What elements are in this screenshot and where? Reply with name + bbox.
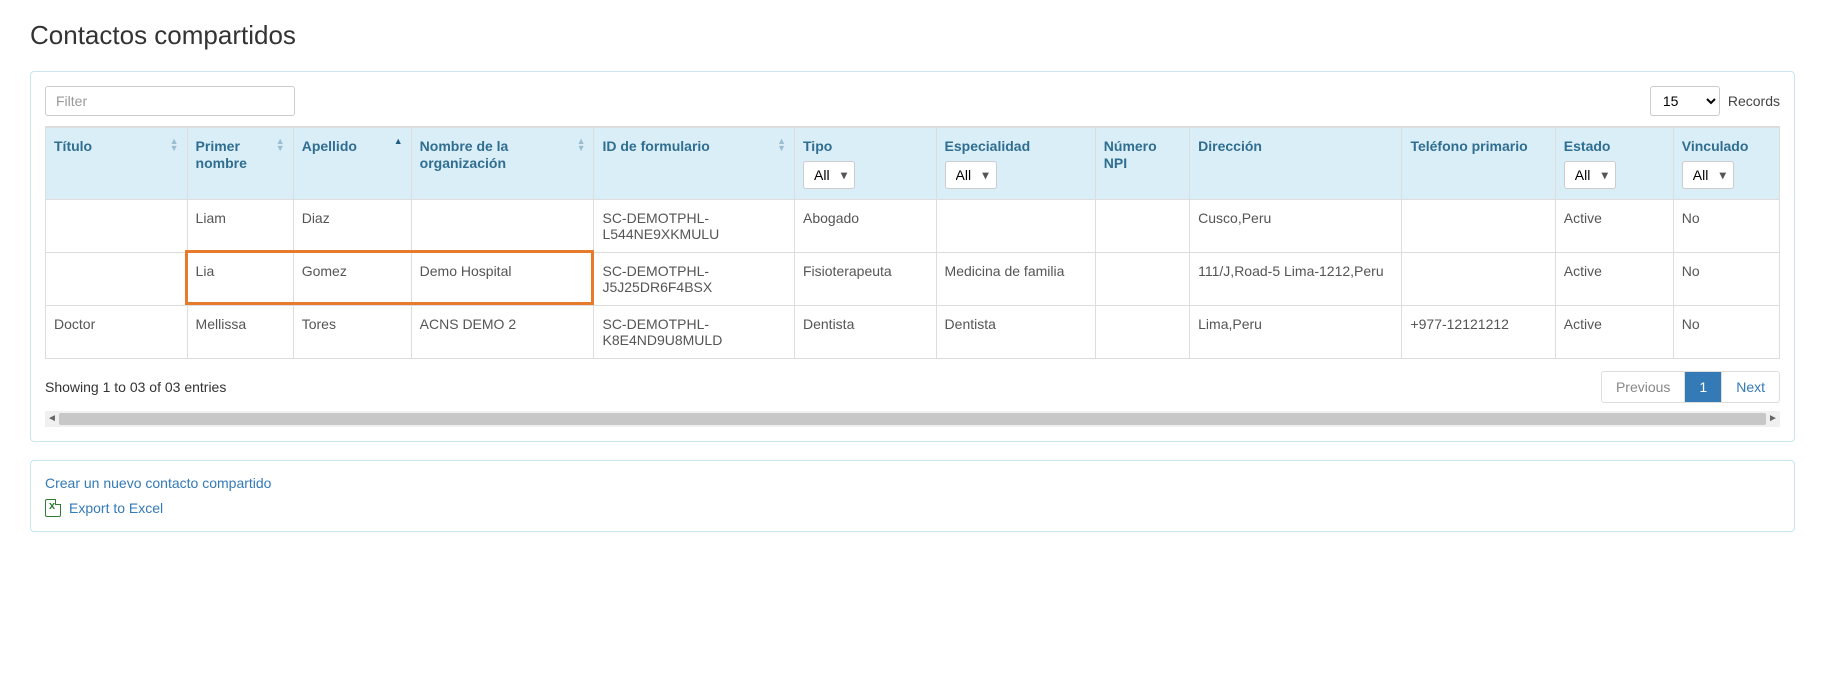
sort-icon <box>170 138 179 152</box>
table-row[interactable]: Doctor Mellissa Tores ACNS DEMO 2 SC-DEM… <box>46 305 1780 358</box>
col-apellido[interactable]: Apellido <box>293 128 411 200</box>
vinculado-filter[interactable]: All <box>1682 161 1734 189</box>
create-contact-link[interactable]: Crear un nuevo contacto compartido <box>45 475 271 491</box>
col-tipo: Tipo All <box>795 128 937 200</box>
page-title: Contactos compartidos <box>30 20 1795 51</box>
prev-button[interactable]: Previous <box>1602 372 1685 402</box>
sort-icon <box>577 138 586 152</box>
sort-icon <box>276 138 285 152</box>
sort-asc-icon <box>394 138 403 145</box>
page-1-button[interactable]: 1 <box>1685 372 1722 402</box>
horizontal-scrollbar[interactable]: ◄ ► <box>45 411 1780 427</box>
tipo-filter[interactable]: All <box>803 161 855 189</box>
col-vinculado: Vinculado All <box>1673 128 1779 200</box>
records-select[interactable]: 15 <box>1650 86 1720 116</box>
especialidad-filter[interactable]: All <box>945 161 997 189</box>
col-org[interactable]: Nombre de la organización <box>411 128 594 200</box>
pagination: Previous 1 Next <box>1601 371 1780 403</box>
showing-entries: Showing 1 to 03 of 03 entries <box>45 379 226 395</box>
table-row[interactable]: Liam Diaz SC-DEMOTPHL-L544NE9XKMULU Abog… <box>46 199 1780 252</box>
col-npi: Número NPI <box>1095 128 1189 200</box>
contacts-table: Título Primer nombre A <box>45 127 1780 359</box>
col-form-id[interactable]: ID de formulario <box>594 128 795 200</box>
col-primer-nombre[interactable]: Primer nombre <box>187 128 293 200</box>
col-estado: Estado All <box>1555 128 1673 200</box>
col-telefono: Teléfono primario <box>1402 128 1555 200</box>
scroll-left-icon[interactable]: ◄ <box>45 411 59 427</box>
scroll-right-icon[interactable]: ► <box>1766 411 1780 427</box>
col-titulo[interactable]: Título <box>46 128 188 200</box>
col-especialidad: Especialidad All <box>936 128 1095 200</box>
excel-icon <box>45 499 61 517</box>
estado-filter[interactable]: All <box>1564 161 1616 189</box>
table-row[interactable]: Lia Gomez Demo Hospital SC-DEMOTPHL-J5J2… <box>46 252 1780 305</box>
contacts-panel: 15 Records Título <box>30 71 1795 442</box>
records-label: Records <box>1728 93 1780 109</box>
sort-icon <box>777 138 786 152</box>
actions-panel: Crear un nuevo contacto compartido Expor… <box>30 460 1795 532</box>
next-button[interactable]: Next <box>1722 372 1779 402</box>
col-direccion: Dirección <box>1190 128 1402 200</box>
filter-input[interactable] <box>45 86 295 116</box>
export-excel-link[interactable]: Export to Excel <box>69 500 163 516</box>
